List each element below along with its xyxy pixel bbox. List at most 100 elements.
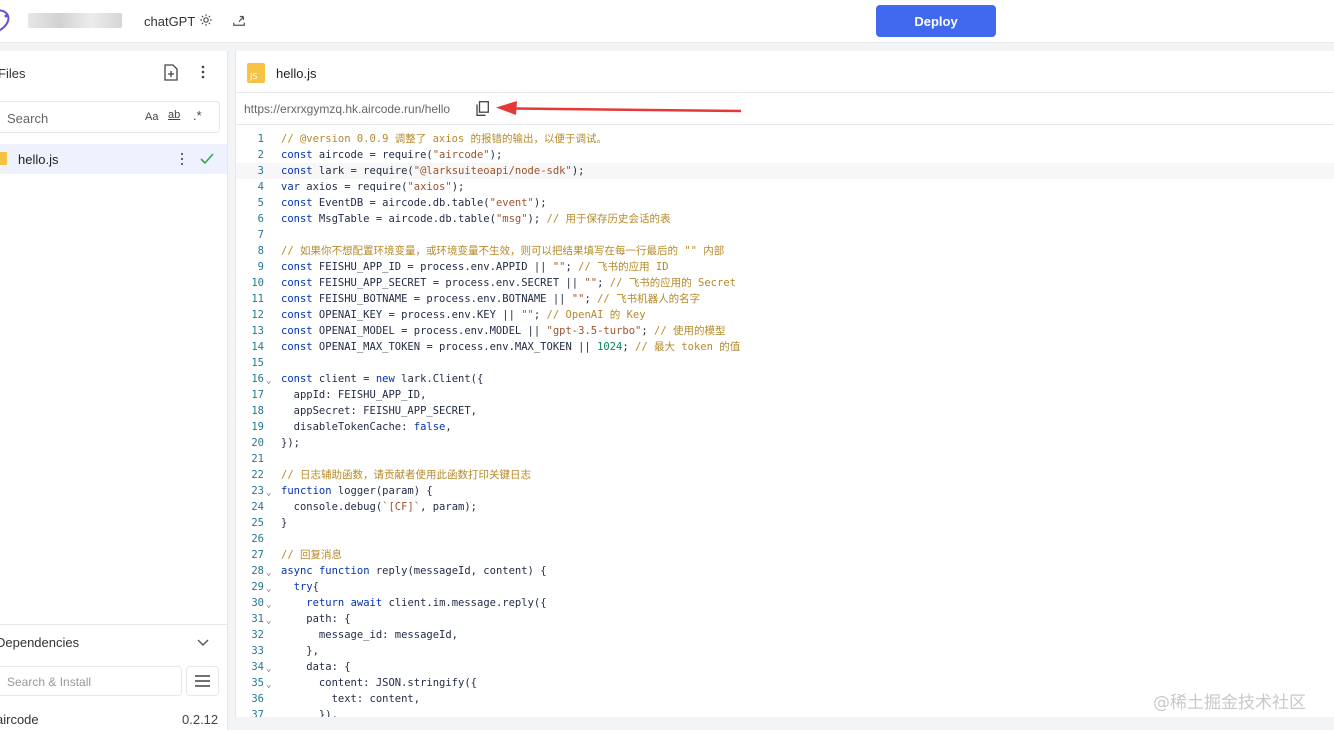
code-line[interactable]: 1 // @version 0.0.9 调整了 axios 的报错的输出，以便于调… xyxy=(236,131,1334,147)
more-vertical-icon[interactable] xyxy=(180,152,184,166)
line-number: 14 xyxy=(251,341,264,353)
code-line[interactable]: 21 xyxy=(236,451,1334,467)
new-file-icon[interactable] xyxy=(163,64,179,81)
dependencies-panel: Dependencies Search & Install aircode 0.… xyxy=(0,624,227,730)
dependency-search-input[interactable]: Search & Install xyxy=(0,666,182,696)
more-vertical-icon[interactable] xyxy=(200,64,206,80)
dependency-version: 0.2.12 xyxy=(182,712,219,727)
watermark: @稀土掘金技术社区 xyxy=(1153,693,1306,713)
line-number: 24 xyxy=(251,501,264,513)
code-text: const EventDB = aircode.db.table("event"… xyxy=(281,197,547,209)
top-bar: chatGPT Deploy xyxy=(0,0,1334,43)
line-number: 19 xyxy=(251,421,264,433)
code-line[interactable]: 23 ⌄ function logger(param) { xyxy=(236,483,1334,499)
code-line[interactable]: 11 const FEISHU_BOTNAME = process.env.BOT… xyxy=(236,291,1334,307)
code-text: }), xyxy=(281,709,338,717)
code-text: disableTokenCache: false, xyxy=(281,421,452,433)
code-line[interactable]: 12 const OPENAI_KEY = process.env.KEY || … xyxy=(236,307,1334,323)
line-number: 12 xyxy=(251,309,264,321)
code-line[interactable]: 4 var axios = require("axios"); xyxy=(236,179,1334,195)
code-editor[interactable]: 1 // @version 0.0.9 调整了 axios 的报错的输出，以便于调… xyxy=(236,125,1334,717)
code-line[interactable]: 16 ⌄ const client = new lark.Client({ xyxy=(236,371,1334,387)
code-line[interactable]: 29 ⌄ try{ xyxy=(236,579,1334,595)
code-text: } xyxy=(281,517,288,529)
search-placeholder: Search xyxy=(7,111,49,126)
line-number: 22 xyxy=(251,469,264,481)
line-number: 9 xyxy=(257,261,264,273)
line-number: 26 xyxy=(251,533,264,545)
code-text: const aircode = require("aircode"); xyxy=(281,149,503,161)
code-line[interactable]: 5 const EventDB = aircode.db.table("event… xyxy=(236,195,1334,211)
deploy-button[interactable]: Deploy xyxy=(876,5,996,37)
dependency-list-button[interactable] xyxy=(186,666,219,696)
code-line[interactable]: 18 appSecret: FEISHU_APP_SECRET, xyxy=(236,403,1334,419)
code-line[interactable]: 17 appId: FEISHU_APP_ID, xyxy=(236,387,1334,403)
code-text: const MsgTable = aircode.db.table("msg")… xyxy=(281,213,671,225)
code-text: return await client.im.message.reply({ xyxy=(306,597,547,609)
code-line[interactable]: 20}); xyxy=(236,435,1334,451)
share-icon[interactable] xyxy=(232,13,246,27)
tab-hello-js[interactable]: hello.js xyxy=(276,66,316,81)
code-line[interactable]: 3 const lark = require("@larksuiteoapi/no… xyxy=(236,163,1334,179)
code-line[interactable]: 9 const FEISHU_APP_ID = process.env.APPID… xyxy=(236,259,1334,275)
match-case-toggle[interactable]: Aa xyxy=(145,111,158,123)
regex-toggle[interactable]: .* xyxy=(193,108,202,123)
code-line[interactable]: 28 ⌄ async function reply(messageId, conte… xyxy=(236,563,1334,579)
js-icon-label: JS xyxy=(250,72,258,81)
app-name[interactable]: chatGPT xyxy=(144,14,195,29)
code-line[interactable]: 31 ⌄ path: { xyxy=(236,611,1334,627)
chevron-down-icon[interactable] xyxy=(197,636,209,648)
code-text: async function reply(messageId, content)… xyxy=(281,565,547,577)
code-text: const client = new lark.Client({ xyxy=(281,373,484,385)
line-number: 7 xyxy=(257,229,264,241)
whole-word-toggle[interactable]: ab xyxy=(168,109,180,121)
gear-icon[interactable] xyxy=(199,13,213,27)
code-line[interactable]: 22 // 日志辅助函数，请贡献者使用此函数打印关键日志 xyxy=(236,467,1334,483)
code-line[interactable]: 26 xyxy=(236,531,1334,547)
line-number: 32 xyxy=(251,629,264,641)
code-text: }); xyxy=(281,437,300,449)
dependencies-title[interactable]: Dependencies xyxy=(0,635,79,650)
code-line[interactable]: 27 // 回复消息 xyxy=(236,547,1334,563)
code-line[interactable]: 14 const OPENAI_MAX_TOKEN = process.env.M… xyxy=(236,339,1334,355)
line-number: 17 xyxy=(251,389,264,401)
code-line[interactable]: 19 disableTokenCache: false, xyxy=(236,419,1334,435)
code-line[interactable]: 24 console.debug(`[CF]`, param); xyxy=(236,499,1334,515)
line-number: 15 xyxy=(251,357,264,369)
code-line[interactable]: 15 xyxy=(236,355,1334,371)
function-url[interactable]: https://erxrxgymzq.hk.aircode.run/hello xyxy=(244,102,450,116)
code-line[interactable]: 7 xyxy=(236,227,1334,243)
code-line[interactable]: 2 const aircode = require("aircode"); xyxy=(236,147,1334,163)
file-list-item[interactable]: hello.js xyxy=(0,144,227,174)
code-line[interactable]: 30 ⌄ return await client.im.message.reply… xyxy=(236,595,1334,611)
line-number: 13 xyxy=(251,325,264,337)
line-number: 36 xyxy=(251,693,264,705)
code-text: const OPENAI_MAX_TOKEN = process.env.MAX… xyxy=(281,341,741,353)
line-number: 27 xyxy=(251,549,264,561)
line-number: 16 xyxy=(251,373,264,385)
code-text: content: JSON.stringify({ xyxy=(281,677,477,689)
app-logo-icon[interactable] xyxy=(0,8,16,34)
js-file-icon xyxy=(0,152,7,165)
copy-icon[interactable] xyxy=(476,101,489,116)
code-line[interactable]: 34 ⌄ data: { xyxy=(236,659,1334,675)
menu-icon xyxy=(195,675,210,687)
code-line[interactable]: 10 const FEISHU_APP_SECRET = process.env.… xyxy=(236,275,1334,291)
code-line[interactable]: 32 message_id: messageId, xyxy=(236,627,1334,643)
code-text: // @version 0.0.9 调整了 axios 的报错的输出，以便于调试… xyxy=(281,133,608,145)
file-search-input[interactable]: Search Aa ab .* xyxy=(0,101,220,133)
code-text: const OPENAI_MODEL = process.env.MODEL |… xyxy=(281,325,726,337)
code-text: const lark = require("@larksuiteoapi/nod… xyxy=(281,165,585,177)
code-line[interactable]: 13 const OPENAI_MODEL = process.env.MODEL… xyxy=(236,323,1334,339)
line-number: 33 xyxy=(251,645,264,657)
blurred-project-owner xyxy=(28,13,122,28)
code-text: }, xyxy=(281,645,319,657)
line-number: 35 xyxy=(251,677,264,689)
code-line[interactable]: 6 const MsgTable = aircode.db.table("msg"… xyxy=(236,211,1334,227)
dependency-search-placeholder: Search & Install xyxy=(7,675,92,689)
code-line[interactable]: 8 // 如果你不想配置环境变量，或环境变量不生效，则可以把结果填写在每一行最后的… xyxy=(236,243,1334,259)
line-number: 4 xyxy=(257,181,264,193)
code-line[interactable]: 25} xyxy=(236,515,1334,531)
line-number: 11 xyxy=(251,293,264,305)
code-line[interactable]: 33 }, xyxy=(236,643,1334,659)
